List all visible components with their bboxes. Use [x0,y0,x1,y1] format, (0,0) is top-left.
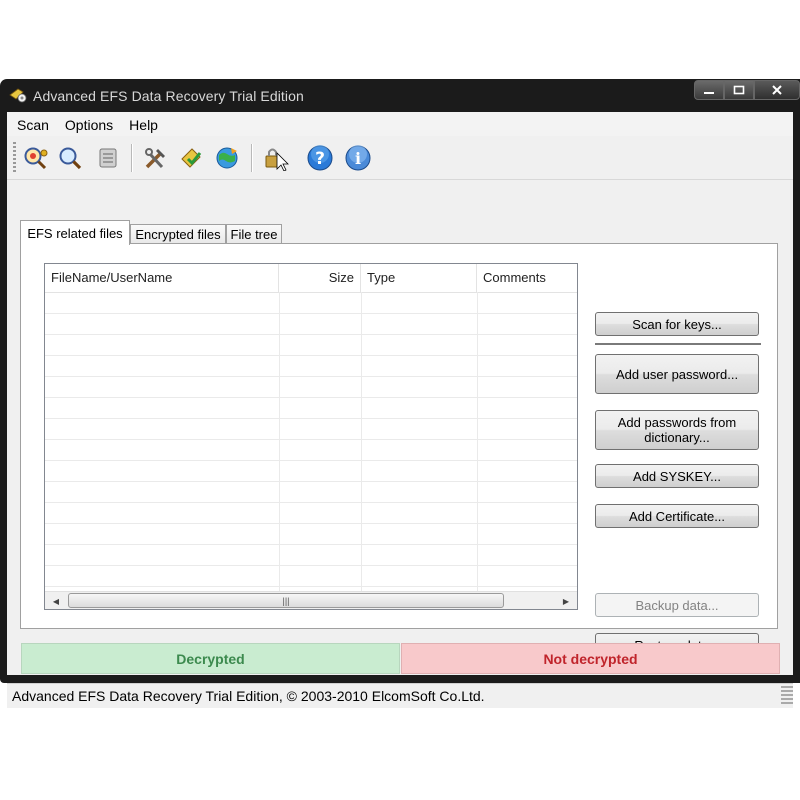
empty-row [45,503,577,524]
maximize-button[interactable] [724,80,754,100]
menu-bar: Scan Options Help [7,112,793,136]
empty-row [45,398,577,419]
tab-encrypted-files[interactable]: Encrypted files [130,224,226,244]
menu-options[interactable]: Options [57,112,121,136]
tools-icon [145,148,165,169]
backup-data-button[interactable]: Backup data... [595,593,759,617]
empty-row [45,524,577,545]
app-icon [9,87,27,103]
tools-button[interactable] [141,143,171,173]
info-button[interactable]: i [343,143,373,173]
lock-cursor-icon [265,148,289,171]
scrollbar-thumb[interactable]: ||| [68,593,504,608]
maximize-icon [733,85,745,95]
toolbar-separator [251,144,253,172]
close-icon [772,85,782,95]
menu-scan[interactable]: Scan [7,112,57,136]
column-header-size[interactable]: Size [279,264,361,292]
help-icon: ? [307,145,333,171]
decrypted-status-panel: Decrypted [21,643,400,674]
help-button[interactable]: ? [305,143,335,173]
client-area: Scan Options Help ? i EFS related files … [7,112,793,708]
empty-row [45,419,577,440]
scan-for-keys-button[interactable]: Scan for keys... [595,312,759,336]
minimize-button[interactable] [694,80,724,100]
add-certificate-button[interactable]: Add Certificate... [595,504,759,528]
update-icon [216,147,238,169]
file-list[interactable]: FileName/UserName Size Type Comments ◀ |… [44,263,578,610]
svg-text:?: ? [315,149,325,169]
status-bar: Advanced EFS Data Recovery Trial Edition… [7,683,793,708]
tab-file-tree[interactable]: File tree [226,224,282,244]
empty-row [45,356,577,377]
close-button[interactable] [754,80,800,100]
add-syskey-button[interactable]: Add SYSKEY... [595,464,759,488]
minimize-icon [704,92,714,94]
empty-row [45,545,577,566]
empty-row [45,293,577,314]
toolbar: ? i [7,137,793,180]
empty-row [45,461,577,482]
button-separator [595,343,761,345]
not-decrypted-status-panel: Not decrypted [401,643,780,674]
list-body [45,293,577,587]
add-user-password-button[interactable]: Add user password... [595,354,759,394]
add-passwords-dictionary-button[interactable]: Add passwords from dictionary... [595,410,759,450]
scan-keys-icon [24,147,48,170]
empty-row [45,335,577,356]
svg-text:i: i [355,149,361,168]
menu-help[interactable]: Help [121,112,166,136]
tab-efs-related-files[interactable]: EFS related files [20,220,130,245]
status-bar-text: Advanced EFS Data Recovery Trial Edition… [12,688,485,704]
scan-keys-button[interactable] [21,143,51,173]
security-button[interactable] [262,143,292,173]
search-button[interactable] [56,143,86,173]
info-icon: i [345,145,371,171]
empty-row [45,377,577,398]
empty-row [45,566,577,587]
empty-row [45,314,577,335]
column-header-comments[interactable]: Comments [477,264,577,292]
resize-grip[interactable] [781,686,793,706]
scroll-right-button[interactable]: ▶ [557,592,575,609]
toolbar-grip[interactable] [13,142,16,172]
disk-scan-button[interactable] [93,143,123,173]
list-header: FileName/UserName Size Type Comments [45,264,577,293]
decrypt-icon [181,148,202,168]
title-bar[interactable]: Advanced EFS Data Recovery Trial Edition [0,79,800,112]
hdd-icon [99,148,117,168]
scroll-left-button[interactable]: ◀ [47,592,65,609]
empty-row [45,440,577,461]
horizontal-scrollbar[interactable]: ◀ ||| ▶ [45,591,577,609]
window-title: Advanced EFS Data Recovery Trial Edition [33,88,304,104]
decrypt-button[interactable] [177,143,207,173]
column-header-type[interactable]: Type [361,264,477,292]
caption-buttons [694,80,800,102]
empty-row [45,482,577,503]
update-button[interactable] [212,143,242,173]
toolbar-separator [131,144,133,172]
column-header-filename[interactable]: FileName/UserName [45,264,279,292]
app-window: Advanced EFS Data Recovery Trial Edition… [0,79,800,708]
search-icon [59,147,82,170]
